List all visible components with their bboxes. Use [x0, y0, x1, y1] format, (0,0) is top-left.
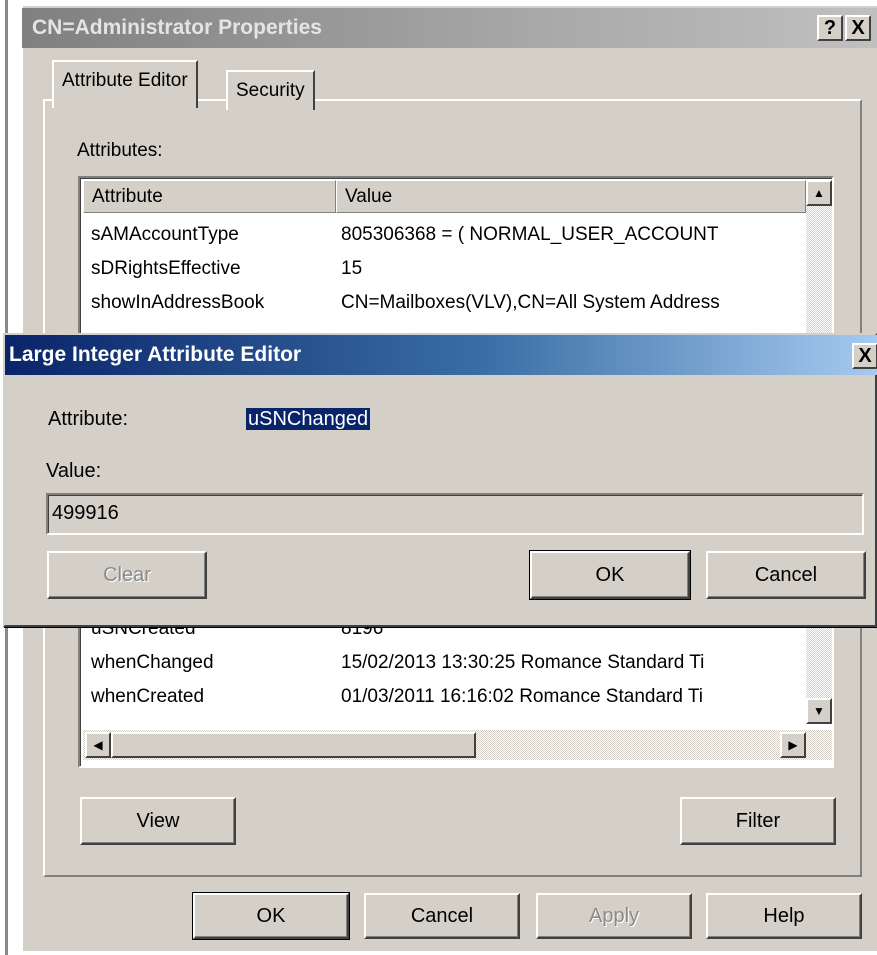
- scroll-left-button[interactable]: ◀: [85, 732, 111, 758]
- row-value[interactable]: 01/03/2011 16:16:02 Romance Standard Ti: [341, 680, 804, 714]
- value-input[interactable]: 499916: [46, 493, 864, 535]
- help-button[interactable]: Help: [706, 893, 862, 939]
- cancel-button[interactable]: Cancel: [364, 893, 520, 939]
- row-attribute[interactable]: whenChanged: [91, 646, 331, 680]
- ok-button[interactable]: OK: [192, 892, 350, 940]
- row-attribute[interactable]: sDRightsEffective: [91, 252, 331, 286]
- help-title-button[interactable]: ?: [817, 15, 843, 41]
- editor-ok-button[interactable]: OK: [529, 550, 691, 600]
- properties-title-bar[interactable]: CN=Administrator Properties: [22, 8, 877, 48]
- editor-cancel-button[interactable]: Cancel: [706, 551, 866, 599]
- attributes-label: Attributes:: [77, 140, 163, 161]
- row-attribute[interactable]: sAMAccountType: [91, 218, 331, 252]
- large-integer-close-button[interactable]: X: [852, 343, 877, 369]
- attribute-name-selected: uSNChanged: [246, 408, 371, 430]
- row-value[interactable]: 15/02/2013 13:30:25 Romance Standard Ti: [341, 646, 804, 680]
- view-button[interactable]: View: [80, 797, 236, 845]
- row-value[interactable]: CN=Mailboxes(VLV),CN=All System Address: [341, 286, 804, 320]
- clear-button[interactable]: Clear: [47, 551, 207, 599]
- column-header-value[interactable]: Value: [336, 180, 806, 213]
- value-label: Value:: [46, 460, 102, 482]
- row-attribute[interactable]: showInAddressBook: [91, 286, 331, 320]
- tab-security[interactable]: Security: [226, 70, 315, 110]
- scroll-right-button[interactable]: ▶: [780, 732, 806, 758]
- row-value[interactable]: 15: [341, 252, 804, 286]
- filter-button[interactable]: Filter: [680, 797, 836, 845]
- large-integer-title: Large Integer Attribute Editor: [9, 343, 302, 366]
- tab-attribute-editor[interactable]: Attribute Editor: [52, 60, 198, 108]
- apply-button[interactable]: Apply: [536, 893, 692, 939]
- properties-title: CN=Administrator Properties: [32, 16, 322, 39]
- attribute-name-value: uSNChanged: [246, 406, 371, 432]
- row-value[interactable]: 805306368 = ( NORMAL_USER_ACCOUNT: [341, 218, 804, 252]
- attribute-label: Attribute:: [48, 408, 129, 430]
- row-attribute[interactable]: whenCreated: [91, 680, 331, 714]
- column-header-attribute[interactable]: Attribute: [83, 180, 336, 213]
- large-integer-title-bar[interactable]: Large Integer Attribute Editor: [5, 335, 877, 375]
- scroll-up-button[interactable]: ▲: [806, 180, 832, 206]
- horizontal-scroll-thumb[interactable]: [111, 732, 476, 758]
- scroll-down-button[interactable]: ▼: [806, 698, 832, 724]
- close-title-button[interactable]: X: [845, 15, 871, 41]
